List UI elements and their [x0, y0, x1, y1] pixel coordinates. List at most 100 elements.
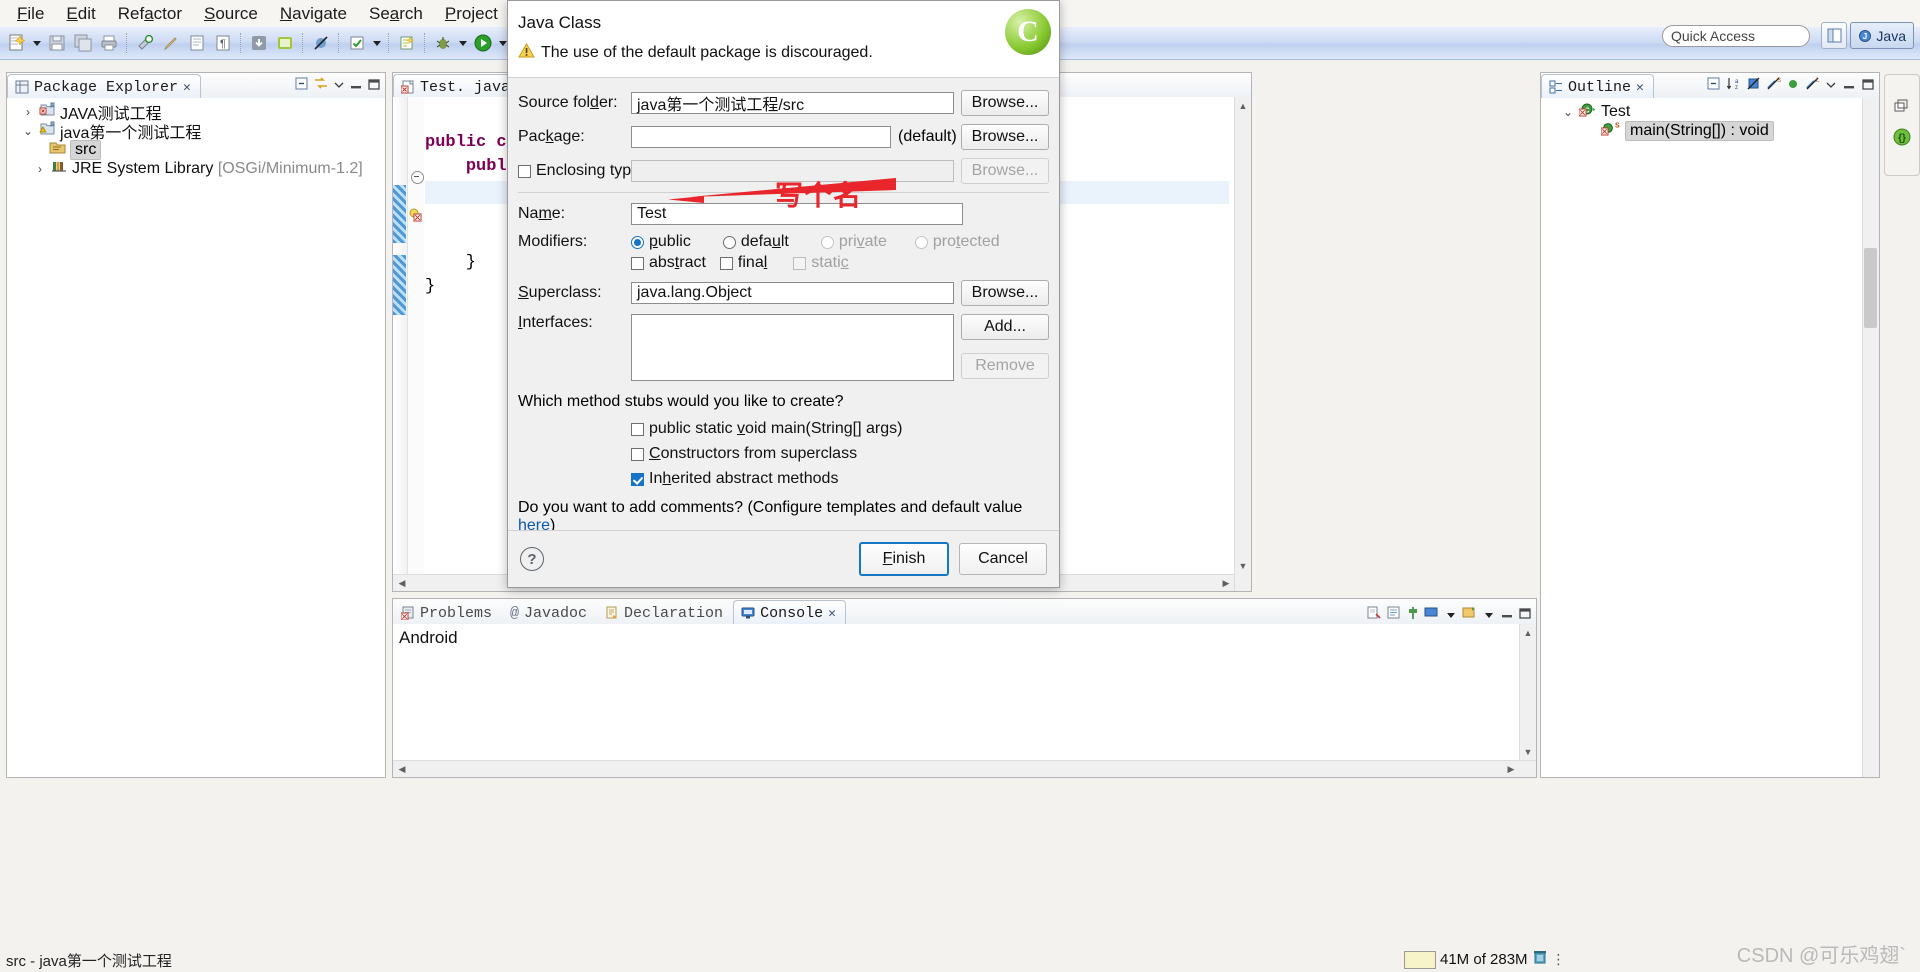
superclass-input[interactable]: java.lang.Object	[631, 282, 954, 304]
collapse-arrow-icon[interactable]: ⌄	[1561, 105, 1575, 119]
validate-icon[interactable]	[344, 30, 370, 56]
minimize-icon[interactable]	[1500, 605, 1514, 625]
close-icon[interactable]: ✕	[183, 80, 191, 95]
outline-item-test[interactable]: ⌄ C Test	[1549, 102, 1879, 121]
paragraph-icon[interactable]: ¶	[210, 30, 236, 56]
scroll-left-icon[interactable]: ◀	[395, 576, 409, 590]
android-sdk-manager-icon[interactable]	[246, 30, 272, 56]
editor-folding-ruler[interactable]	[408, 97, 424, 591]
enclosing-type-checkbox[interactable]	[518, 164, 531, 178]
clear-console-icon[interactable]	[1366, 605, 1382, 625]
menu-navigate[interactable]: Navigate	[269, 2, 358, 26]
hide-local-icon[interactable]: L	[1805, 76, 1820, 96]
hide-fields-icon[interactable]	[1746, 76, 1761, 96]
tab-outline[interactable]: Outline ✕	[1541, 74, 1654, 99]
outline-item-main[interactable]: S main(String[]) : void	[1549, 120, 1879, 141]
modifier-public-radio[interactable]	[631, 235, 644, 249]
link-with-editor-icon[interactable]	[313, 76, 329, 96]
tab-declaration[interactable]: Declaration	[597, 600, 733, 625]
scroll-down-icon[interactable]: ▼	[1521, 745, 1535, 759]
debug-dropdown-icon[interactable]	[456, 30, 470, 56]
pen-icon[interactable]	[158, 30, 184, 56]
tree-item-src[interactable]: src	[15, 139, 385, 160]
expand-arrow-icon[interactable]: ›	[33, 162, 47, 176]
new-android-project-icon[interactable]	[394, 30, 420, 56]
outline-fastview-icon[interactable]: {}	[1892, 127, 1912, 152]
scroll-left-icon[interactable]: ◀	[395, 762, 409, 776]
tab-console[interactable]: Console ✕	[733, 600, 846, 625]
outline-vertical-scrollbar[interactable]	[1862, 98, 1879, 777]
list-icon[interactable]	[184, 30, 210, 56]
scroll-up-icon[interactable]: ▲	[1521, 626, 1535, 640]
menu-project[interactable]: Project	[434, 2, 509, 26]
restore-icon[interactable]	[1893, 99, 1910, 119]
status-resize-handle[interactable]: ⋮	[1552, 951, 1566, 968]
scroll-lock-icon[interactable]	[1386, 605, 1402, 625]
build-icon[interactable]	[132, 30, 158, 56]
expand-arrow-icon[interactable]: ›	[21, 105, 35, 119]
collapse-arrow-icon[interactable]: ⌄	[21, 124, 35, 138]
help-icon[interactable]: ?	[520, 547, 544, 571]
menu-edit[interactable]: Edit	[55, 2, 106, 26]
sort-icon[interactable]: az	[1726, 76, 1741, 96]
new-wizard-dropdown-icon[interactable]	[30, 30, 44, 56]
tab-javadoc[interactable]: @ Javadoc	[502, 600, 597, 625]
hide-nonpublic-icon[interactable]	[1786, 76, 1800, 96]
android-avd-manager-icon[interactable]	[272, 30, 298, 56]
open-console-icon[interactable]	[1462, 605, 1478, 625]
menu-search[interactable]: Search	[358, 2, 434, 26]
menu-file[interactable]: File	[6, 2, 55, 26]
skip-breakpoints-icon[interactable]	[308, 30, 334, 56]
debug-icon[interactable]	[430, 30, 456, 56]
maximize-icon[interactable]	[367, 76, 381, 96]
save-all-icon[interactable]	[70, 30, 96, 56]
modifier-abstract-checkbox[interactable]	[631, 256, 644, 270]
modifier-final-checkbox[interactable]	[719, 256, 733, 270]
source-folder-browse-button[interactable]: Browse...	[961, 90, 1049, 116]
console-vertical-scrollbar[interactable]: ▲ ▼	[1519, 624, 1536, 777]
perspective-java-button[interactable]: J Java	[1850, 22, 1914, 49]
menu-source[interactable]: Source	[193, 2, 269, 26]
scroll-right-icon[interactable]: ▶	[1219, 576, 1233, 590]
open-perspective-icon[interactable]	[1821, 22, 1848, 49]
view-menu-icon[interactable]	[333, 76, 345, 96]
new-wizard-icon[interactable]	[4, 30, 30, 56]
editor-vertical-scrollbar[interactable]: ▲ ▼	[1234, 97, 1251, 591]
superclass-browse-button[interactable]: Browse...	[961, 280, 1049, 306]
interfaces-add-button[interactable]: Add...	[961, 314, 1049, 340]
scroll-right-icon[interactable]: ▶	[1504, 762, 1518, 776]
tree-item-java-first-test-project[interactable]: ⌄ java第一个测试工程	[15, 121, 385, 142]
collapse-all-icon[interactable]	[294, 76, 309, 96]
editor-annotation-ruler[interactable]	[393, 97, 408, 591]
display-selected-console-icon[interactable]	[1424, 605, 1440, 625]
minimize-icon[interactable]	[349, 76, 363, 96]
console-body[interactable]: Android ▲ ▼ ◀ ▶	[393, 624, 1536, 777]
validate-dropdown-icon[interactable]	[370, 30, 384, 56]
scroll-down-icon[interactable]: ▼	[1236, 559, 1250, 573]
close-icon[interactable]: ✕	[1636, 80, 1644, 95]
stub-inherited-checkbox[interactable]	[631, 472, 644, 486]
interfaces-list[interactable]	[631, 314, 954, 381]
finish-button[interactable]: Finish	[859, 542, 949, 576]
console-horizontal-scrollbar[interactable]: ◀ ▶	[393, 760, 1536, 777]
modifier-default-radio[interactable]	[722, 235, 736, 249]
pin-console-icon[interactable]	[1406, 605, 1420, 625]
maximize-icon[interactable]	[1518, 605, 1532, 625]
maximize-icon[interactable]	[1861, 76, 1875, 96]
stub-constructors-checkbox[interactable]	[631, 447, 644, 461]
scroll-up-icon[interactable]: ▲	[1236, 99, 1250, 113]
stub-main-checkbox[interactable]	[631, 422, 644, 436]
collapse-all-icon[interactable]	[1706, 76, 1721, 96]
hide-static-icon[interactable]: S	[1766, 76, 1781, 96]
run-gc-icon[interactable]	[1532, 949, 1548, 970]
minimize-icon[interactable]	[1842, 76, 1856, 96]
view-menu-icon[interactable]	[1825, 76, 1837, 96]
tree-item-jre-system-library[interactable]: › JRE System Library [OSGi/Minimum-1.2]	[15, 159, 385, 178]
close-icon[interactable]: ✕	[828, 606, 836, 621]
package-browse-button[interactable]: Browse...	[961, 124, 1049, 150]
tab-package-explorer[interactable]: Package Explorer ✕	[7, 74, 201, 99]
menu-refactor[interactable]: Refactor	[107, 2, 193, 26]
print-icon[interactable]	[96, 30, 122, 56]
quick-access-input[interactable]: Quick Access	[1662, 25, 1810, 47]
save-icon[interactable]	[44, 30, 70, 56]
